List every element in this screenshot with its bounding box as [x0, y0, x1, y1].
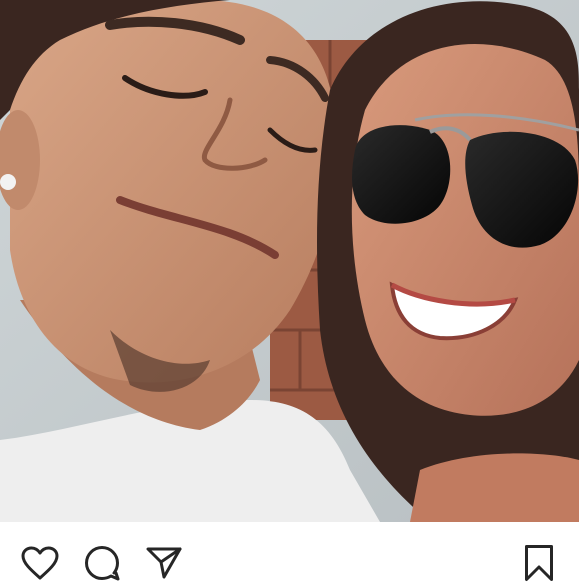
earring — [0, 174, 16, 190]
comment-bubble-icon — [85, 546, 120, 581]
selfie-image — [0, 0, 579, 522]
share-button[interactable] — [144, 543, 184, 583]
like-button[interactable] — [20, 543, 60, 583]
save-button[interactable] — [519, 543, 559, 583]
heart-outline-icon — [21, 546, 59, 580]
bookmark-outline-icon — [525, 545, 553, 581]
post-action-bar — [0, 522, 579, 583]
paper-plane-icon — [146, 547, 182, 579]
post-photo[interactable] — [0, 0, 579, 522]
comment-button[interactable] — [82, 543, 122, 583]
